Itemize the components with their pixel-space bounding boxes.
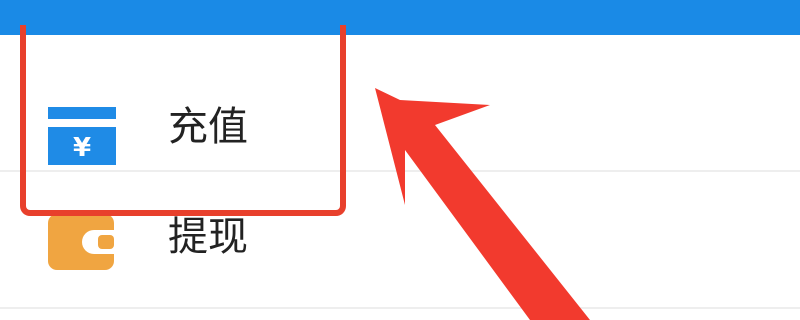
- annotation-arrow: [375, 88, 590, 320]
